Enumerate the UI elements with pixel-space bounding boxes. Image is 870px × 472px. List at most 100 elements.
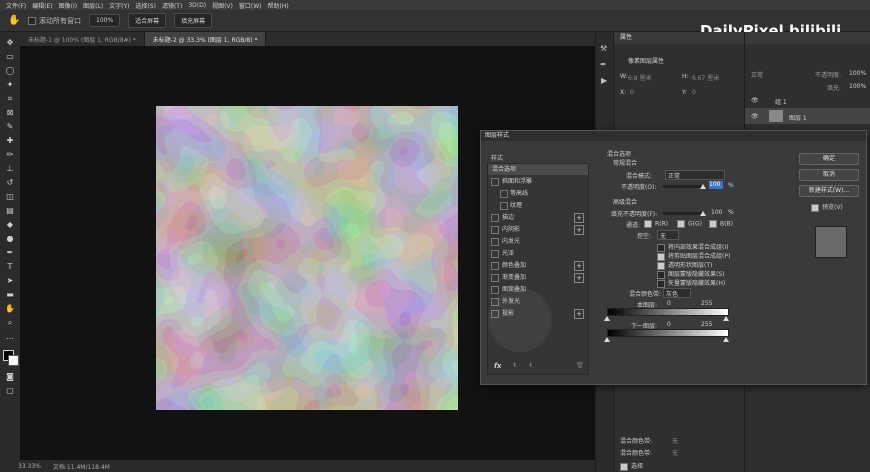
checkbox-icon[interactable] (500, 202, 508, 210)
menu-layer[interactable]: 图层(L) (83, 1, 103, 10)
gradient-tool-icon[interactable]: ▤ (5, 206, 15, 216)
this-layer-black-handle[interactable] (604, 316, 610, 321)
eraser-tool-icon[interactable]: ◫ (5, 192, 15, 202)
scroll-all-checkbox[interactable]: 滚动所有窗口 (28, 16, 81, 26)
fill-opacity-slider[interactable] (663, 212, 703, 215)
pen-tool-icon[interactable]: ✒ (5, 248, 15, 258)
move-tool-icon[interactable]: ✥ (5, 38, 15, 48)
channel-b-checkbox[interactable]: B(B) (709, 220, 733, 228)
channel-g-checkbox[interactable]: G(G) (677, 220, 702, 228)
fill-value[interactable]: 100% (849, 83, 866, 90)
shape-tool-icon[interactable]: ▬ (5, 290, 15, 300)
menu-help[interactable]: 帮助(H) (268, 1, 289, 10)
path-select-icon[interactable]: ➤ (5, 276, 15, 286)
screen-mode-icon[interactable]: ▢ (5, 386, 15, 396)
trash-icon[interactable]: 🗑 (576, 362, 584, 369)
tab-document-2[interactable]: 未标题-2 @ 33.3% (图层 1, RGB/8) * (144, 32, 267, 46)
layer-row-group[interactable]: 👁 组 1 (745, 94, 870, 106)
style-contour[interactable]: 等高线 (488, 188, 588, 199)
brush-panel-icon[interactable]: ✒ (600, 60, 607, 69)
style-texture[interactable]: 纹理 (488, 200, 588, 211)
type-tool-icon[interactable]: T (5, 262, 15, 272)
style-stroke[interactable]: 描边 + (488, 212, 588, 223)
opacity-slider-handle[interactable] (700, 184, 706, 189)
visibility-eye-icon[interactable]: 👁 (751, 97, 759, 104)
menu-file[interactable]: 文件(F) (6, 1, 26, 10)
knockout-select[interactable]: 无 (657, 230, 679, 240)
style-color-overlay[interactable]: 颜色叠加 + (488, 260, 588, 271)
add-stroke-plus-icon[interactable]: + (574, 213, 584, 223)
layer-row-layer1[interactable]: 👁 图层 1 (745, 108, 870, 124)
lower-checkbox[interactable]: 选择 (620, 461, 643, 471)
tab-document-1[interactable]: 未标题-1 @ 100% (图层 1, RGB/8#) * (20, 32, 145, 46)
quick-mask-icon[interactable]: ◙ (5, 372, 15, 382)
eyedropper-icon[interactable]: ✎ (5, 122, 15, 132)
zoom-100-button[interactable]: 100% (89, 14, 121, 27)
marquee-tool-icon[interactable]: ▭ (5, 52, 15, 62)
menu-filter[interactable]: 滤镜(T) (162, 1, 182, 10)
underlying-white-handle[interactable] (723, 337, 729, 342)
fill-opacity-slider-handle[interactable] (700, 211, 706, 216)
style-inner-shadow[interactable]: 内阴影 + (488, 224, 588, 235)
checkbox-icon[interactable] (491, 238, 499, 246)
this-layer-gradient[interactable] (607, 308, 729, 316)
vector-mask-hides-checkbox[interactable]: 矢量蒙版隐藏效果(H) (657, 278, 725, 288)
checkbox-icon[interactable] (491, 226, 499, 234)
more-tools-icon[interactable]: … (5, 332, 15, 342)
checkbox-icon[interactable] (491, 214, 499, 222)
fill-screen-button[interactable]: 填充屏幕 (174, 13, 213, 28)
add-gradient-overlay-plus-icon[interactable]: + (574, 273, 584, 283)
this-layer-white-handle[interactable] (723, 316, 729, 321)
status-zoom[interactable]: 33.33% (18, 463, 41, 470)
opacity-input[interactable]: 100 (709, 181, 723, 189)
opacity-value[interactable]: 100% (849, 70, 866, 77)
y-field[interactable]: 0 (692, 89, 696, 96)
stamp-tool-icon[interactable]: ⊥ (5, 164, 15, 174)
blur-tool-icon[interactable]: ◆ (5, 220, 15, 230)
new-style-button[interactable]: 新建样式(W)... (799, 185, 859, 197)
add-drop-shadow-plus-icon[interactable]: + (574, 309, 584, 319)
checkbox-icon[interactable] (491, 178, 499, 186)
style-satin[interactable]: 光泽 (488, 248, 588, 259)
zoom-tool-icon[interactable]: ⌕ (5, 318, 15, 328)
channel-r-checkbox[interactable]: R(R) (644, 220, 668, 228)
magic-wand-icon[interactable]: ✦ (5, 80, 15, 90)
frame-tool-icon[interactable]: ⊠ (5, 108, 15, 118)
style-blend-options[interactable]: 混合选项 (488, 164, 588, 175)
hand-tool-icon[interactable]: ✋ (5, 304, 15, 314)
fx-icon[interactable]: fx (494, 362, 502, 370)
add-inner-shadow-plus-icon[interactable]: + (574, 225, 584, 235)
ok-button[interactable]: 确定 (799, 153, 859, 165)
background-color-swatch[interactable] (8, 355, 19, 366)
blend-mode-select[interactable]: 正常 (665, 170, 725, 180)
dodge-tool-icon[interactable]: ● (5, 234, 15, 244)
lower-row-1-value[interactable]: 无 (672, 436, 678, 445)
w-field[interactable]: 6.8 厘米 (628, 73, 651, 82)
style-inner-glow[interactable]: 内发光 (488, 236, 588, 247)
lasso-tool-icon[interactable]: ◯ (5, 66, 15, 76)
menu-edit[interactable]: 编辑(E) (32, 1, 52, 10)
checkbox-icon[interactable] (491, 286, 499, 294)
canvas-document[interactable] (156, 106, 458, 410)
move-down-icon[interactable]: ⬇ (528, 362, 533, 369)
add-color-overlay-plus-icon[interactable]: + (574, 261, 584, 271)
hand-icon[interactable]: ✋ (8, 15, 20, 26)
preview-checkbox[interactable]: 预览(V) (811, 202, 843, 212)
menu-select[interactable]: 选择(S) (135, 1, 156, 10)
visibility-eye-icon[interactable]: 👁 (751, 113, 759, 120)
menu-window[interactable]: 窗口(W) (239, 1, 262, 10)
underlying-black-handle[interactable] (604, 337, 610, 342)
menu-view[interactable]: 视图(V) (212, 1, 233, 10)
brush-tool-icon[interactable]: ✏ (5, 150, 15, 160)
underlying-gradient[interactable] (607, 329, 729, 337)
move-up-icon[interactable]: ⬆ (512, 362, 517, 369)
opacity-slider[interactable] (663, 185, 703, 188)
menu-3d[interactable]: 3D(D) (188, 2, 206, 9)
style-gradient-overlay[interactable]: 渐变叠加 + (488, 272, 588, 283)
play-action-icon[interactable]: ▶ (601, 76, 607, 85)
history-panel-icon[interactable]: ⚒ (600, 44, 607, 53)
checkbox-icon[interactable] (491, 274, 499, 282)
menu-image[interactable]: 图像(I) (59, 1, 77, 10)
healing-brush-icon[interactable]: ✚ (5, 136, 15, 146)
checkbox-icon[interactable] (491, 250, 499, 258)
